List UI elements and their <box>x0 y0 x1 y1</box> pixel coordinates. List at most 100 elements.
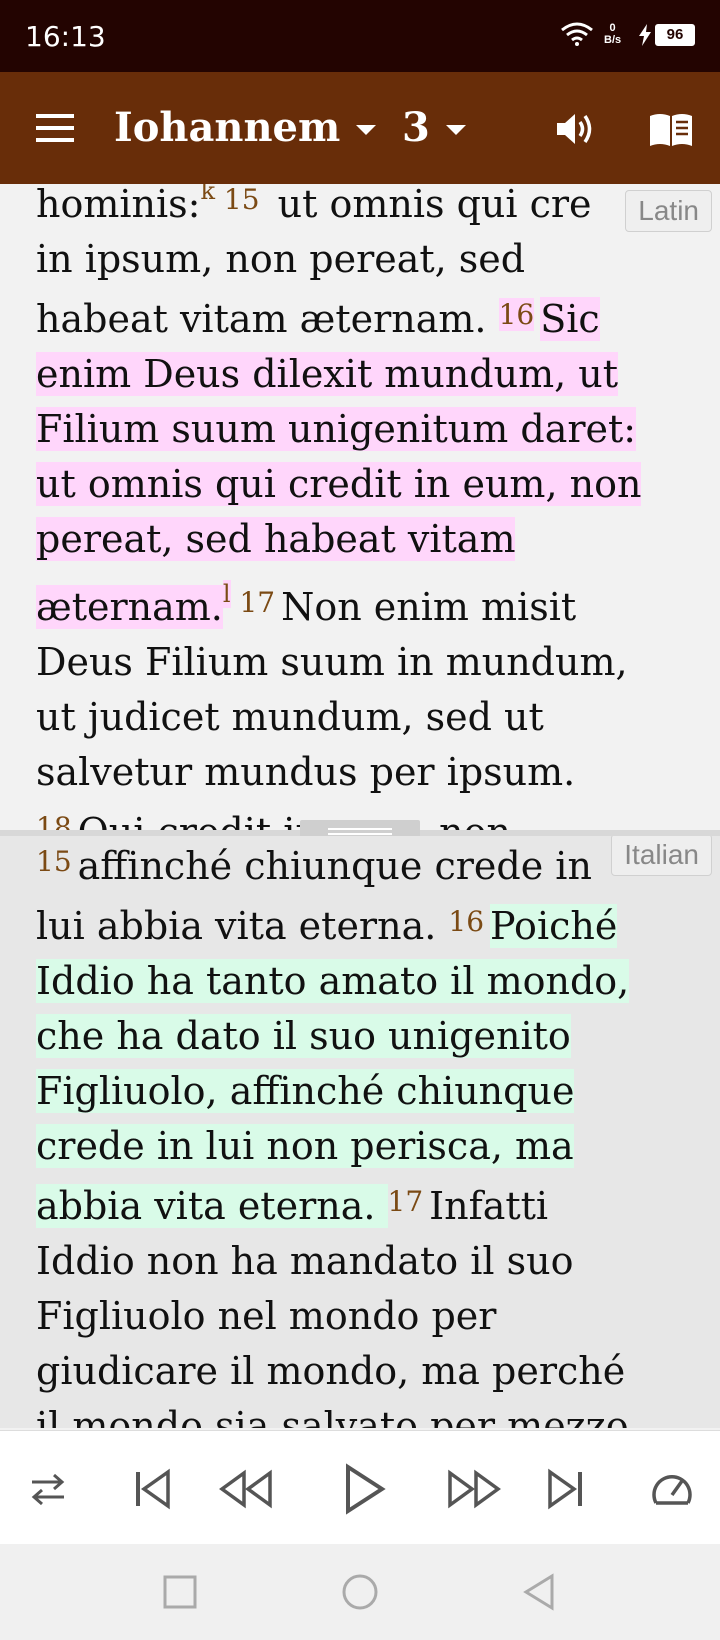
verse-text: Filium suum unigenitum daret: <box>36 407 637 451</box>
home-icon[interactable] <box>336 1568 384 1616</box>
fast-forward-icon <box>448 1469 501 1509</box>
verse-text: Non enim misit <box>281 585 577 629</box>
verse-text: Poiché <box>490 904 618 948</box>
text-line: salvetur mundus per ipsum. <box>36 745 696 800</box>
verse-text: ut omnis qui credit in eum, non <box>36 462 642 506</box>
text-line: abbia vita eterna. 17 Infatti <box>36 1174 696 1234</box>
rewind-icon <box>219 1469 272 1509</box>
verse-number[interactable]: 15 <box>36 845 72 878</box>
verse-text: che ha dato il suo unigenito <box>36 1014 571 1058</box>
verse-number[interactable]: 15 <box>215 184 260 216</box>
network-speed: 0 B/s <box>604 22 622 46</box>
text-line: ut judicet mundum, sed ut <box>36 690 696 745</box>
italian-passage: 15 affinché chiunque crede in lui abbia vi… <box>36 836 696 1428</box>
text-line: pereat, sed habeat vitam <box>36 512 696 567</box>
book-title: Iohannem <box>114 104 341 151</box>
verse-text: giudicare il mondo, ma perché <box>36 1349 626 1393</box>
verse-text: ut omnis qui cre <box>265 184 592 226</box>
text-line: giudicare il mondo, ma perché <box>36 1344 696 1399</box>
language-label-latin[interactable]: Latin <box>625 190 712 232</box>
playback-speed-button[interactable] <box>642 1459 702 1519</box>
recents-icon[interactable] <box>156 1568 204 1616</box>
text-line: Iddio ha tanto amato il mondo, <box>36 954 696 1009</box>
text-line: Filium suum unigenitum daret: <box>36 402 696 457</box>
repeat-mode-button[interactable] <box>18 1459 78 1519</box>
play-button[interactable] <box>334 1459 394 1519</box>
skip-next-button[interactable] <box>536 1459 596 1519</box>
app-bar: Iohannem 3 <box>0 72 720 184</box>
text-line: enim Deus dilexit mundum, ut <box>36 347 696 402</box>
text-line: habeat vitam æternam. 16 Sic <box>36 287 696 347</box>
text-line: ut omnis qui credit in eum, non <box>36 457 696 512</box>
verse-text: Figliuolo nel mondo per <box>36 1294 497 1338</box>
verse-text: Deus Filium suum in mundum, <box>36 640 628 684</box>
book-selector[interactable]: Iohannem <box>114 104 377 151</box>
wifi-icon <box>561 22 593 46</box>
verse-text: pereat, sed habeat vitam <box>36 517 516 561</box>
verse-text: Iddio ha tanto amato il mondo, <box>36 959 630 1003</box>
text-line: il mondo sia salvato per mezzo <box>36 1399 696 1428</box>
open-book-icon[interactable] <box>648 112 694 148</box>
latin-text-pane[interactable]: hominis:k 15 ut omnis qui cre in ipsum, n… <box>0 184 720 832</box>
text-line: Deus Filium suum in mundum, <box>36 635 696 690</box>
fast-forward-button[interactable] <box>444 1459 504 1519</box>
rewind-button[interactable] <box>216 1459 276 1519</box>
text-line: Figliuolo nel mondo per <box>36 1289 696 1344</box>
status-time: 16:13 <box>25 20 106 53</box>
skip-previous-button[interactable] <box>122 1459 182 1519</box>
playback-speed-icon <box>652 1475 692 1505</box>
footnote-marker[interactable]: l <box>222 580 231 608</box>
verse-text: lui abbia vita eterna. <box>36 904 449 948</box>
system-navigation-bar <box>0 1544 720 1640</box>
verse-text: Sic <box>540 297 600 341</box>
verse-number[interactable]: 17 <box>231 586 275 619</box>
verse-number[interactable]: 17 <box>388 1185 424 1218</box>
speaker-icon[interactable] <box>555 110 595 148</box>
verse-text: abbia vita eterna. <box>36 1184 388 1228</box>
italian-text-pane[interactable]: 15 affinché chiunque crede in lui abbia vi… <box>0 836 720 1428</box>
verse-text: habeat vitam æternam. <box>36 297 499 341</box>
chapter-number: 3 <box>402 104 430 151</box>
text-line: æternam.l 17 Non enim misit <box>36 567 696 635</box>
verse-number[interactable]: 18 <box>36 811 72 832</box>
verse-number[interactable]: 16 <box>448 905 484 938</box>
verse-text: æternam. <box>36 585 223 629</box>
text-line: che ha dato il suo unigenito <box>36 1009 696 1064</box>
status-bar: 16:13 0 B/s 96 <box>0 0 720 72</box>
text-line: lui abbia vita eterna. 16 Poiché <box>36 894 696 954</box>
verse-text: enim Deus dilexit mundum, ut <box>36 352 619 396</box>
repeat-mode-icon <box>31 1473 65 1506</box>
verse-text: Qui credit in eum, non <box>77 810 511 832</box>
verse-text: Infatti <box>429 1184 549 1228</box>
chapter-selector[interactable]: 3 <box>402 104 466 151</box>
verse-text: Figliuolo, affinché chiunque <box>36 1069 575 1113</box>
verse-text: il mondo sia salvato per mezzo <box>36 1404 629 1428</box>
text-line: crede in lui non perisca, ma <box>36 1119 696 1174</box>
text-line: 15 affinché chiunque crede in <box>36 836 696 894</box>
latin-passage: hominis:k 15 ut omnis qui cre in ipsum, n… <box>36 184 696 832</box>
audio-player <box>0 1430 720 1544</box>
menu-icon[interactable] <box>36 112 76 144</box>
charging-bolt-icon <box>639 24 651 46</box>
skip-previous-icon <box>136 1468 170 1510</box>
verse-text: salvetur mundus per ipsum. <box>36 750 576 794</box>
verse-text: in ipsum, non pereat, sed <box>36 237 526 281</box>
play-icon <box>346 1463 386 1515</box>
verse-text: crede in lui non perisca, ma <box>36 1124 574 1168</box>
verse-text: affinché chiunque crede in <box>77 844 592 888</box>
text-line: hominis:k 15 ut omnis qui cre <box>36 184 696 232</box>
battery-indicator: 96 <box>655 24 695 46</box>
text-line: Iddio non ha mandato il suo <box>36 1234 696 1289</box>
text-line: in ipsum, non pereat, sed <box>36 232 696 287</box>
verse-text: hominis: <box>36 184 201 226</box>
skip-next-icon <box>548 1468 582 1510</box>
text-line: Figliuolo, affinché chiunque <box>36 1064 696 1119</box>
verse-text: Iddio non ha mandato il suo <box>36 1239 574 1283</box>
back-icon[interactable] <box>516 1568 564 1616</box>
verse-text: ut judicet mundum, sed ut <box>36 695 544 739</box>
footnote-marker[interactable]: k <box>200 184 215 205</box>
chevron-down-icon <box>445 124 466 135</box>
chevron-down-icon <box>356 124 377 135</box>
verse-number[interactable]: 16 <box>498 298 535 331</box>
language-label-italian[interactable]: Italian <box>611 836 712 876</box>
